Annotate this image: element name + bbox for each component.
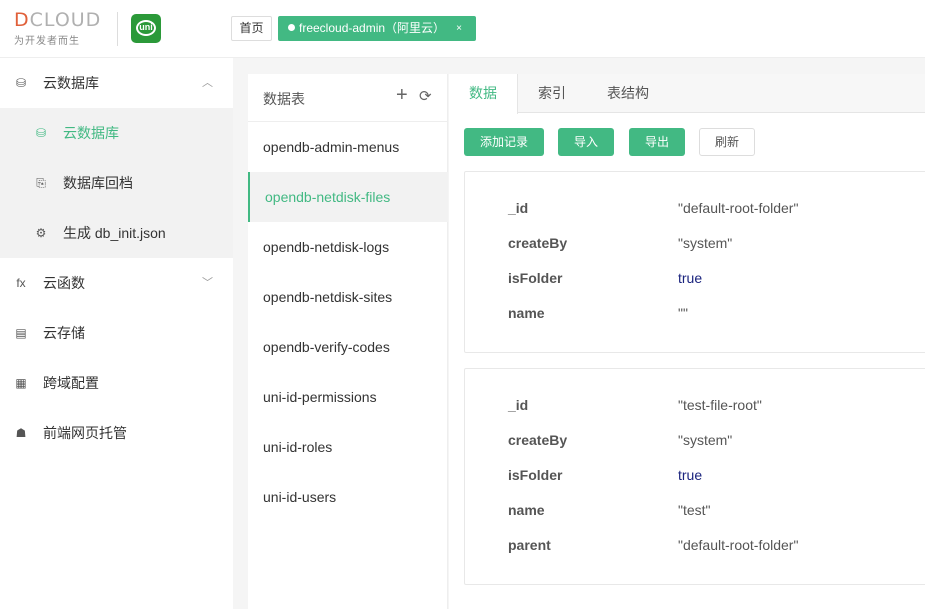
close-icon[interactable]: × [456, 17, 462, 40]
field-key: isFolder [508, 270, 563, 286]
field-key: _id [508, 200, 529, 216]
field-value: "default-root-folder" [678, 537, 799, 553]
field-key: _id [508, 397, 529, 413]
import-button[interactable]: 导入 [558, 128, 614, 156]
sidebar-subitem-rollback[interactable]: ⎘ 数据库回档 [0, 158, 233, 208]
field-value: "test-file-root" [678, 397, 762, 413]
add-record-button[interactable]: 添加记录 [464, 128, 544, 156]
tab-home[interactable]: 首页 [231, 16, 272, 41]
logo-divider [117, 12, 118, 46]
top-header: DCLOUD 为开发者而生 uni 首页 freecloud-admin（阿里云… [0, 0, 925, 58]
record-field: name "test" [465, 502, 925, 537]
refresh-icon[interactable]: ⟳ [419, 87, 432, 105]
sidebar-item-cloud-storage[interactable]: ▤ 云存储 [0, 308, 233, 358]
sidebar-item-web-hosting[interactable]: ☗ 前端网页托管 [0, 408, 233, 458]
field-key: isFolder [508, 467, 563, 483]
record-field: isFolder true [465, 467, 925, 502]
tab-schema[interactable]: 表结构 [594, 74, 662, 113]
export-button[interactable]: 导出 [629, 128, 685, 156]
sidebar-subitem-generate-db-init[interactable]: ⚙ 生成 db_init.json [0, 208, 233, 258]
tab-data[interactable]: 数据 [449, 74, 518, 114]
submenu-cloud-database: ⛁ 云数据库 ⎘ 数据库回档 ⚙ 生成 db_init.json [0, 108, 233, 258]
record-field: createBy "system" [465, 235, 925, 270]
record-card: _id "test-file-root" createBy "system" i… [464, 368, 925, 585]
uni-logo[interactable]: uni [131, 14, 161, 43]
main-tabs: 数据 索引 表结构 [449, 74, 925, 114]
active-dot-icon [288, 24, 295, 32]
field-value: "default-root-folder" [678, 200, 799, 216]
table-list-header: 数据表 + ⟳ [248, 74, 448, 122]
tab-freecloud-admin[interactable]: freecloud-admin（阿里云） × [278, 16, 476, 41]
sidebar-item-cors-config[interactable]: ▦ 跨域配置 [0, 358, 233, 408]
cloud-database-icon: ⛁ [15, 76, 27, 90]
record-field: name "" [465, 305, 925, 340]
function-icon: fx [16, 276, 26, 290]
table-item[interactable]: uni-id-permissions [248, 372, 448, 422]
record-field: createBy "system" [465, 432, 925, 467]
field-key: name [508, 502, 545, 518]
sidebar-item-cloud-functions[interactable]: fx 云函数 ﹀ [0, 258, 233, 308]
table-item[interactable]: opendb-admin-menus [248, 122, 448, 172]
chevron-up-icon[interactable]: ︿ [202, 58, 213, 108]
cors-icon: ▦ [15, 376, 27, 390]
record-field: parent "default-root-folder" [465, 537, 925, 572]
field-key: name [508, 305, 545, 321]
record-card: _id "default-root-folder" createBy "syst… [464, 171, 925, 353]
logo-subtitle: 为开发者而生 [14, 36, 80, 47]
record-field: _id "test-file-root" [465, 397, 925, 432]
field-value: "system" [678, 432, 733, 448]
chevron-down-icon[interactable]: ﹀ [202, 258, 213, 308]
field-value: "" [678, 305, 688, 321]
add-table-icon[interactable]: + [396, 84, 408, 107]
dcloud-logo[interactable]: DCLOUD 为开发者而生 [14, 10, 106, 47]
table-item[interactable]: opendb-verify-codes [248, 322, 448, 372]
sidebar-subitem-cloud-database[interactable]: ⛁ 云数据库 [0, 108, 233, 158]
table-list-title: 数据表 [263, 91, 305, 107]
field-value: true [678, 270, 703, 286]
field-value: "test" [678, 502, 711, 518]
main-panel: 数据 索引 表结构 添加记录 导入 导出 刷新 _id "default-roo… [449, 74, 925, 609]
tab-index[interactable]: 索引 [518, 74, 586, 113]
storage-icon: ▤ [15, 326, 27, 340]
hosting-icon: ☗ [15, 426, 27, 440]
table-item[interactable]: uni-id-roles [248, 422, 448, 472]
table-item-active[interactable]: opendb-netdisk-files [248, 172, 448, 222]
sidebar-item-cloud-database[interactable]: ⛁ 云数据库 ︿ [0, 58, 233, 108]
cloud-database-icon: ⛁ [35, 126, 47, 140]
record-field: isFolder true [465, 270, 925, 305]
field-key: createBy [508, 432, 568, 448]
table-item[interactable]: opendb-netdisk-sites [248, 272, 448, 322]
table-item[interactable]: opendb-netdisk-logs [248, 222, 448, 272]
field-key: createBy [508, 235, 568, 251]
field-value: "system" [678, 235, 733, 251]
generate-icon: ⚙ [35, 226, 47, 240]
sidebar: ⛁ 云数据库 ︿ ⛁ 云数据库 ⎘ 数据库回档 ⚙ 生成 db_init.jso… [0, 58, 233, 609]
table-item[interactable]: uni-id-users [248, 472, 448, 522]
record-field: _id "default-root-folder" [465, 200, 925, 235]
field-key: parent [508, 537, 551, 553]
table-list-panel: 数据表 + ⟳ opendb-admin-menus opendb-netdis… [248, 74, 448, 609]
refresh-button[interactable]: 刷新 [699, 128, 755, 156]
rollback-icon: ⎘ [36, 176, 46, 190]
field-value: true [678, 467, 703, 483]
